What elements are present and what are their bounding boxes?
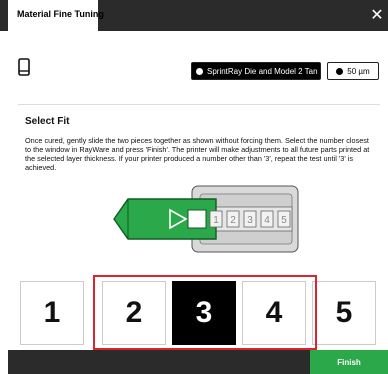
fit-options: 1 2 3 4 5 bbox=[8, 262, 388, 350]
finish-button[interactable]: Finish bbox=[310, 350, 388, 374]
green-piece bbox=[113, 198, 217, 240]
title-bar: Material Fine Tuning ✕ bbox=[0, 0, 388, 31]
fit-highlight-frame bbox=[93, 275, 317, 350]
layer-label: 50 µm bbox=[347, 66, 370, 76]
tablet-icon bbox=[18, 58, 30, 76]
tab-material-fine-tuning[interactable]: Material Fine Tuning bbox=[8, 0, 104, 31]
close-icon[interactable]: ✕ bbox=[366, 0, 388, 31]
material-dot-icon bbox=[196, 67, 203, 75]
section-heading: Select Fit bbox=[25, 116, 70, 127]
tab-label: Material Fine Tuning bbox=[17, 9, 104, 19]
material-label: SprintRay Die and Model 2 Tan bbox=[207, 66, 318, 76]
layer-thickness-select[interactable]: 50 µm bbox=[327, 62, 379, 80]
divider bbox=[18, 104, 380, 105]
diagram-number-2: 2 bbox=[230, 215, 236, 226]
layer-dot-icon bbox=[336, 67, 344, 75]
section-description: Once cured, gently slide the two pieces … bbox=[25, 136, 370, 172]
diagram-number-3: 3 bbox=[247, 215, 253, 226]
diagram-number-row: 1 2 3 4 5 bbox=[209, 210, 291, 228]
diagram-number-4: 4 bbox=[264, 215, 270, 226]
footer-bar: Finish bbox=[8, 350, 388, 374]
fit-option-1[interactable]: 1 bbox=[20, 281, 84, 345]
dialog-body: SprintRay Die and Model 2 Tan 50 µm Sele… bbox=[8, 31, 388, 350]
diagram-number-5: 5 bbox=[281, 215, 287, 226]
fit-diagram: 1 2 3 4 5 bbox=[113, 185, 299, 253]
fit-option-5[interactable]: 5 bbox=[312, 281, 376, 345]
diagram-number-1: 1 bbox=[213, 215, 219, 226]
material-select[interactable]: SprintRay Die and Model 2 Tan bbox=[191, 62, 321, 80]
